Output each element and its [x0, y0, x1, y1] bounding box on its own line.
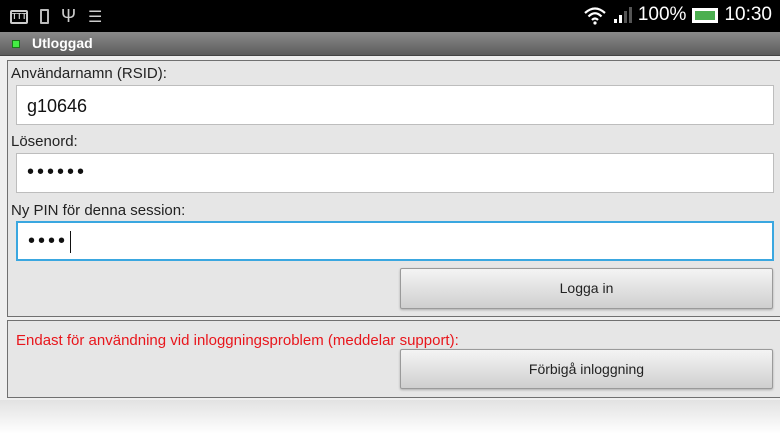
bypass-login-button[interactable]: Förbigå inloggning	[400, 349, 773, 389]
status-bar: TTT Ψ ☰ 100% 10:30	[0, 0, 780, 32]
username-field[interactable]: g10646	[16, 85, 774, 125]
android-icon: ☰	[88, 8, 103, 26]
system-icons: 100% 10:30	[584, 4, 772, 26]
password-value: ••••••	[27, 161, 88, 183]
bottom-area	[0, 400, 780, 434]
ttt-icon: TTT	[10, 9, 28, 24]
battery-icon	[692, 7, 719, 23]
bypass-panel: Endast för användning vid inloggningspro…	[7, 320, 780, 398]
pin-field[interactable]: ••••	[16, 221, 774, 261]
username-value: g10646	[27, 96, 88, 116]
usb-icon: Ψ	[61, 6, 77, 26]
phone-icon	[40, 9, 49, 24]
status-indicator-icon	[12, 40, 20, 48]
text-caret	[70, 230, 72, 253]
page-title: Utloggad	[32, 35, 93, 51]
wifi-icon	[584, 7, 606, 25]
clock: 10:30	[724, 4, 772, 25]
password-field[interactable]: ••••••	[16, 153, 774, 193]
title-bar: Utloggad	[0, 32, 780, 56]
login-panel: Användarnamn (RSID): g10646 Lösenord: ••…	[7, 60, 780, 317]
username-label: Användarnamn (RSID):	[11, 65, 167, 82]
signal-icon	[613, 7, 632, 23]
battery-percent: 100%	[637, 4, 687, 25]
notification-icons: TTT Ψ ☰	[10, 6, 102, 27]
login-button[interactable]: Logga in	[400, 268, 773, 309]
pin-label: Ny PIN för denna session:	[11, 202, 186, 219]
bypass-warning: Endast för användning vid inloggningspro…	[16, 332, 459, 349]
password-label: Lösenord:	[11, 133, 78, 150]
pin-value: ••••	[28, 230, 72, 253]
